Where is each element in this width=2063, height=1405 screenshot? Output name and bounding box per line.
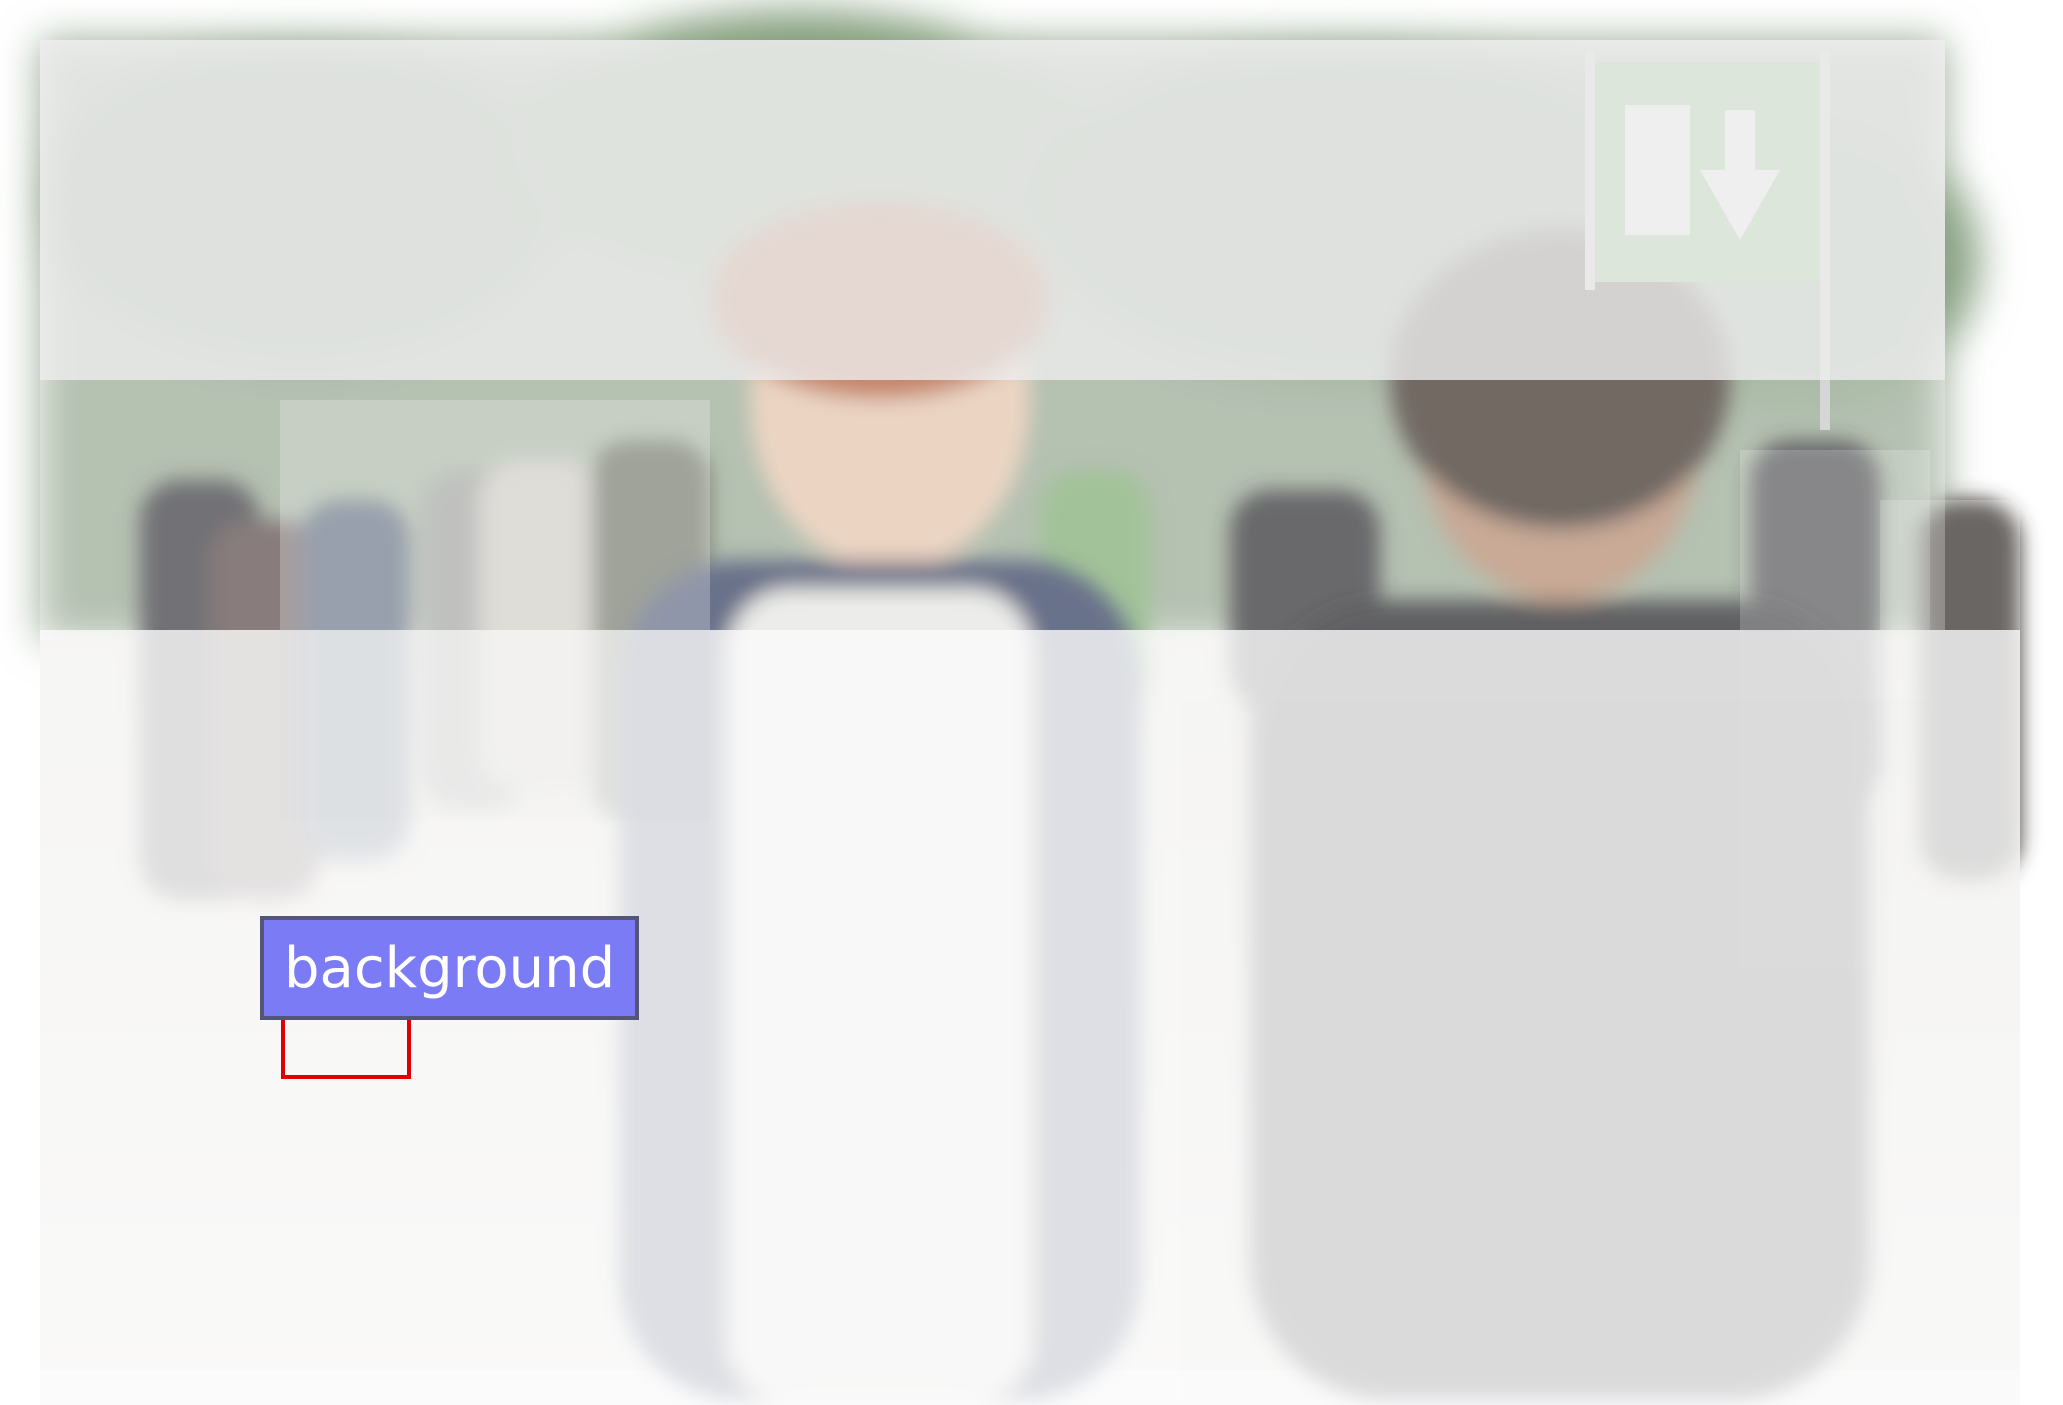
label-tag: background [260, 916, 639, 1020]
mask-overlay [40, 40, 2020, 1405]
annotated-photo: background [0, 0, 2063, 1405]
photo-canvas: background [40, 10, 2020, 1405]
label-text: background [284, 936, 615, 1001]
